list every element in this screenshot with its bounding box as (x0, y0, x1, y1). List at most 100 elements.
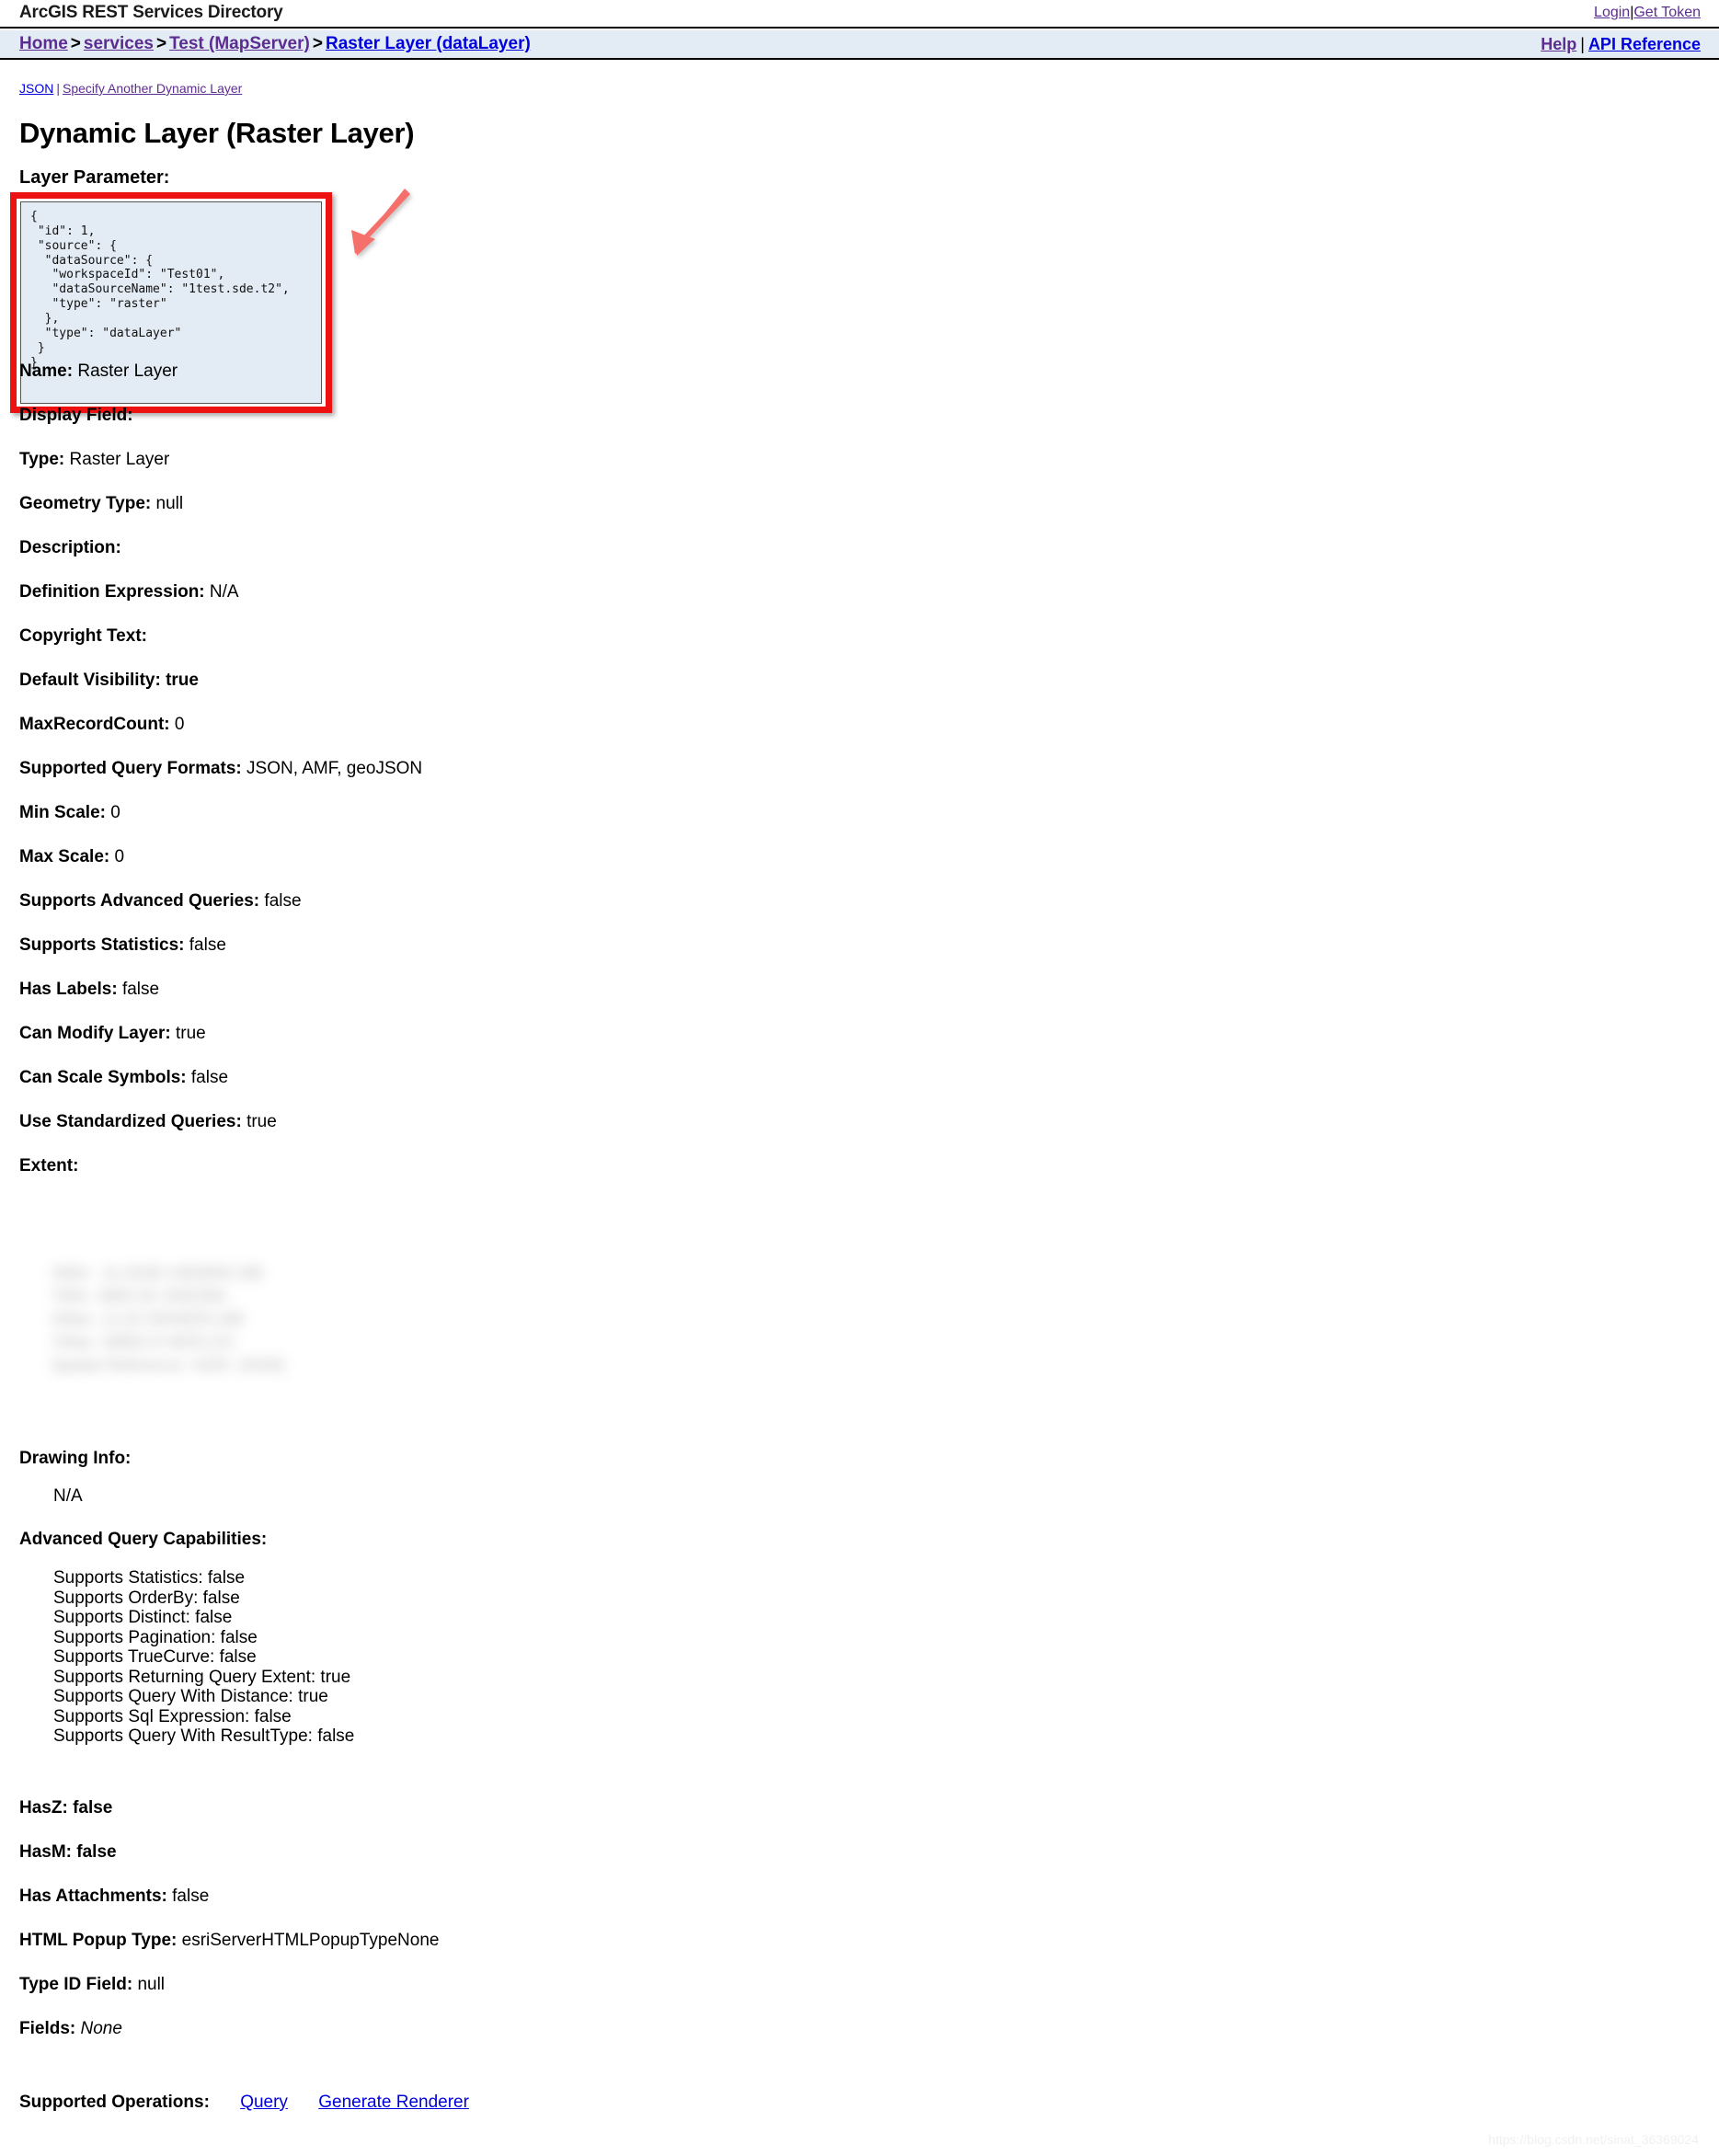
supported-operations-row: Supported Operations: Query Generate Ren… (19, 2093, 469, 2113)
property-label: Extent: (19, 1156, 79, 1175)
layer-parameter-label: Layer Parameter: (19, 167, 170, 188)
property-row-use-standardized-queries: Use Standardized Queries: true (19, 1112, 277, 1132)
links-separator: | (56, 81, 60, 96)
property-value: N/A (209, 582, 239, 602)
property-row-geometry-type: Geometry Type: null (19, 494, 183, 514)
property-value: Raster Layer (77, 361, 178, 381)
get-token-link[interactable]: Get Token (1633, 5, 1701, 20)
breadcrumb: Home > services > Test (MapServer) > Raster La… (19, 34, 531, 54)
property-label: Default Visibility: true (19, 671, 199, 690)
property-label: MaxRecordCount: (19, 715, 170, 734)
watermark: https://blog.csdn.net/sinat_36369024 (1488, 2132, 1699, 2147)
query-operation-link[interactable]: Query (240, 2093, 288, 2112)
property-row-definition-expression: Definition Expression: N/A (19, 582, 239, 602)
breadcrumb-services[interactable]: services (84, 34, 154, 53)
property-label: Fields: (19, 2019, 76, 2038)
drawing-info-label: Drawing Info: (19, 1449, 131, 1469)
drawing-info-value: N/A (53, 1486, 83, 1506)
property-label: Has Labels: (19, 980, 118, 999)
advanced-query-capabilities-label: Advanced Query Capabilities: (19, 1530, 267, 1550)
specify-another-dynamic-layer-link[interactable]: Specify Another Dynamic Layer (63, 81, 242, 96)
advanced-query-capabilities-list: Supports Statistics: false Supports Orde… (53, 1568, 354, 1747)
breadcrumb-layer[interactable]: Raster Layer (dataLayer) (326, 34, 531, 53)
breadcrumb-separator: > (155, 34, 167, 53)
property-row-maxrecordcount: MaxRecordCount: 0 (19, 715, 184, 735)
property-label: Description: (19, 538, 121, 557)
property-row-min-scale: Min Scale: 0 (19, 803, 120, 823)
property-row-has-attachments: Has Attachments: false (19, 1886, 209, 1907)
property-value: 0 (110, 803, 120, 822)
property-row-can-modify-layer: Can Modify Layer: true (19, 1024, 206, 1044)
property-label: Supports Statistics: (19, 935, 185, 955)
property-row-supports-statistics: Supports Statistics: false (19, 935, 226, 956)
property-row-name: Name: Raster Layer (19, 361, 178, 382)
top-header-bar: ArcGIS REST Services Directory Login|Get… (0, 0, 1719, 29)
list-item: Supports Query With Distance: true (53, 1687, 328, 1706)
property-value: JSON, AMF, geoJSON (246, 759, 423, 778)
property-row-supports-advanced-queries: Supports Advanced Queries: false (19, 891, 302, 912)
list-item: Supports Returning Query Extent: true (53, 1667, 351, 1687)
property-row-copyright-text: Copyright Text: (19, 626, 147, 647)
property-label: Min Scale: (19, 803, 106, 822)
property-row-supported-query-formats: Supported Query Formats: JSON, AMF, geoJ… (19, 759, 422, 779)
property-row-max-scale: Max Scale: 0 (19, 847, 124, 867)
property-value: true (246, 1112, 277, 1131)
property-label: HasM: false (19, 1842, 117, 1862)
help-link[interactable]: Help (1541, 35, 1576, 53)
property-value: true (175, 1024, 206, 1043)
breadcrumb-bar: Home > services > Test (MapServer) > Raster La… (0, 30, 1719, 60)
property-label: Use Standardized Queries: (19, 1112, 242, 1131)
format-links: JSON | Specify Another Dynamic Layer (19, 81, 242, 96)
property-row-html-popup-type: HTML Popup Type: esriServerHTMLPopupType… (19, 1931, 439, 1951)
property-value: false (190, 1068, 229, 1087)
property-label: HTML Popup Type: (19, 1931, 178, 1950)
property-label: Type ID Field: (19, 1975, 133, 1994)
supported-operations-label: Supported Operations: (19, 2093, 210, 2112)
property-row-type: Type: Raster Layer (19, 450, 169, 470)
page-title: Dynamic Layer (Raster Layer) (19, 117, 415, 149)
help-links: Help | API Reference (1541, 35, 1701, 54)
list-item: Supports Statistics: false (53, 1568, 246, 1588)
property-value: Raster Layer (69, 450, 170, 469)
property-label: Supports Advanced Queries: (19, 891, 260, 911)
property-label: Can Scale Symbols: (19, 1068, 187, 1087)
list-item: Supports Query With ResultType: false (53, 1726, 355, 1746)
property-label: Max Scale: (19, 847, 110, 866)
property-row-display-field: Display Field: (19, 406, 133, 426)
property-value: false (121, 980, 160, 999)
account-links: Login|Get Token (1594, 5, 1701, 21)
list-item: Supports Sql Expression: false (53, 1706, 292, 1726)
property-label: HasZ: false (19, 1798, 113, 1818)
property-label: Type: (19, 450, 65, 469)
api-reference-link[interactable]: API Reference (1588, 35, 1701, 53)
property-label: Geometry Type: (19, 494, 152, 513)
property-label: Has Attachments: (19, 1886, 167, 1906)
extent-label: Extent: (19, 1156, 78, 1176)
property-row-hasz: HasZ: false (19, 1798, 112, 1818)
property-row-hasm: HasM: false (19, 1842, 117, 1863)
list-item: Supports OrderBy: false (53, 1588, 240, 1608)
list-item: Supports Distinct: false (53, 1608, 233, 1627)
property-value: 0 (114, 847, 125, 866)
property-row-description: Description: (19, 538, 121, 558)
annotation-arrow-icon (351, 189, 410, 256)
property-row-default-visibility: Default Visibility: true (19, 671, 199, 691)
property-label: Supported Query Formats: (19, 759, 242, 778)
json-link[interactable]: JSON (19, 81, 53, 96)
breadcrumb-home[interactable]: Home (19, 34, 68, 53)
breadcrumb-separator: > (70, 34, 81, 53)
property-value: 0 (174, 715, 185, 734)
property-row-fields: Fields: None (19, 2019, 122, 2039)
property-label: Copyright Text: (19, 626, 147, 646)
login-link[interactable]: Login (1594, 5, 1630, 20)
app-title: ArcGIS REST Services Directory (19, 3, 283, 22)
property-value: null (137, 1975, 166, 1994)
property-row-can-scale-symbols: Can Scale Symbols: false (19, 1068, 228, 1088)
breadcrumb-service[interactable]: Test (MapServer) (169, 34, 310, 53)
property-label: Can Modify Layer: (19, 1024, 171, 1043)
generate-renderer-operation-link[interactable]: Generate Renderer (318, 2093, 469, 2112)
property-value: esriServerHTMLPopupTypeNone (181, 1931, 440, 1950)
property-value: null (155, 494, 184, 513)
extent-redacted-content: XMin: -11.0238 1482859.188 YMin: 4882.92… (51, 1264, 286, 1374)
property-value: None (80, 2019, 122, 2038)
